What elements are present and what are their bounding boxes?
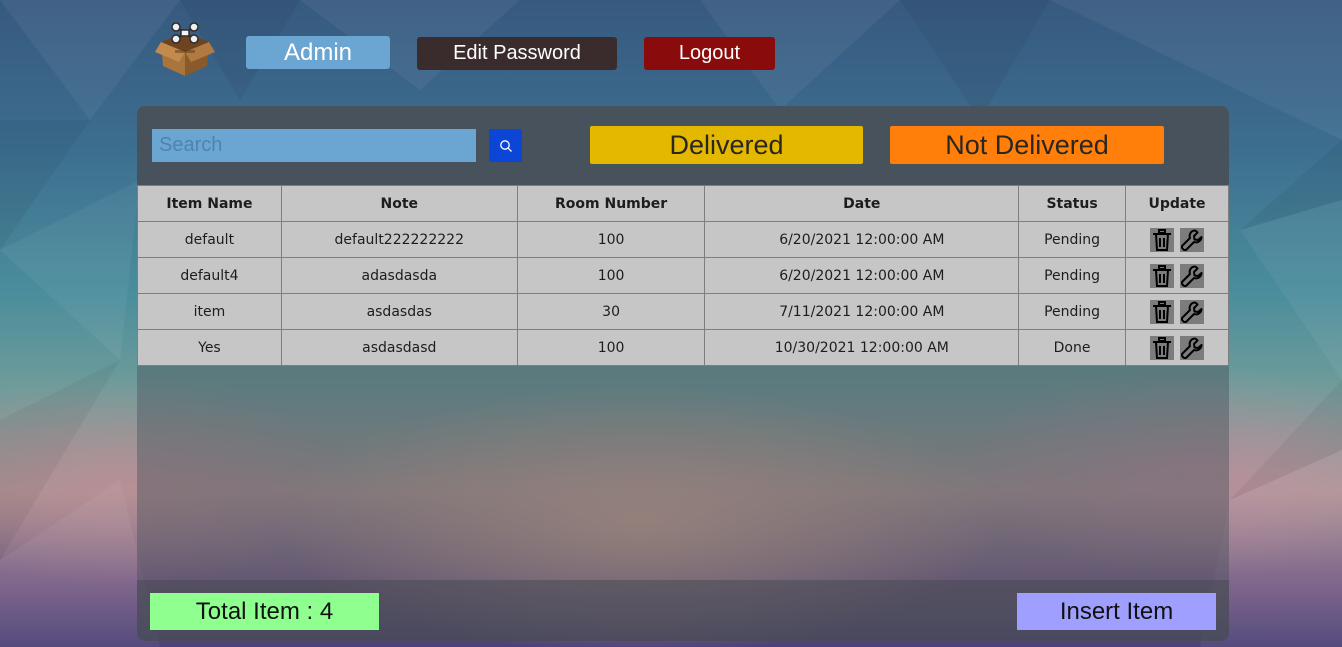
delete-button[interactable] xyxy=(1149,299,1174,324)
status-cell: Pending xyxy=(1018,221,1127,258)
panel-toolbar: Delivered Not Delivered xyxy=(137,106,1229,185)
room-number-cell: 30 xyxy=(516,293,706,330)
date-cell: 10/30/2021 12:00:00 AM xyxy=(704,329,1020,366)
total-items-label: Total Item : 4 xyxy=(150,593,379,630)
status-cell: Done xyxy=(1018,329,1127,366)
table-row: item asdasdas 30 7/11/2021 12:00:00 AM P… xyxy=(137,293,1229,330)
delete-button[interactable] xyxy=(1149,227,1174,252)
edit-password-button[interactable]: Edit Password xyxy=(417,37,617,70)
note-cell: asdasdas xyxy=(280,293,518,330)
update-cell xyxy=(1125,257,1229,294)
note-cell: adasdasda xyxy=(280,257,518,294)
search-input[interactable] xyxy=(152,129,476,162)
column-header-status[interactable]: Status xyxy=(1018,185,1127,222)
item-name-cell: item xyxy=(137,293,282,330)
search-button[interactable] xyxy=(489,129,522,162)
update-cell xyxy=(1125,293,1229,330)
logout-button[interactable]: Logout xyxy=(644,37,775,70)
trash-icon xyxy=(1152,336,1171,359)
insert-item-button[interactable]: Insert Item xyxy=(1017,593,1216,630)
drone-box-logo xyxy=(155,20,215,76)
room-number-cell: 100 xyxy=(516,329,706,366)
column-header-update: Update xyxy=(1125,185,1229,222)
table-row: default default222222222 100 6/20/2021 1… xyxy=(137,221,1229,258)
wrench-icon xyxy=(1181,337,1203,359)
date-cell: 6/20/2021 12:00:00 AM xyxy=(704,257,1020,294)
wrench-icon xyxy=(1181,301,1203,323)
column-header-date[interactable]: Date xyxy=(704,185,1020,222)
delete-button[interactable] xyxy=(1149,263,1174,288)
note-cell: asdasdasd xyxy=(280,329,518,366)
trash-icon xyxy=(1152,300,1171,323)
column-header-note[interactable]: Note xyxy=(280,185,518,222)
edit-button[interactable] xyxy=(1180,335,1205,360)
update-cell xyxy=(1125,221,1229,258)
room-number-cell: 100 xyxy=(516,221,706,258)
trash-icon xyxy=(1152,228,1171,251)
room-number-cell: 100 xyxy=(516,257,706,294)
items-panel: Delivered Not Delivered Item Name Note R… xyxy=(137,106,1229,641)
not-delivered-filter-button[interactable]: Not Delivered xyxy=(890,126,1164,164)
edit-button[interactable] xyxy=(1180,227,1205,252)
wrench-icon xyxy=(1181,265,1203,287)
date-cell: 7/11/2021 12:00:00 AM xyxy=(704,293,1020,330)
edit-button[interactable] xyxy=(1180,299,1205,324)
wrench-icon xyxy=(1181,229,1203,251)
note-cell: default222222222 xyxy=(280,221,518,258)
status-cell: Pending xyxy=(1018,257,1127,294)
item-name-cell: Yes xyxy=(137,329,282,366)
trash-icon xyxy=(1152,264,1171,287)
item-name-cell: default xyxy=(137,221,282,258)
table-row: default4 adasdasda 100 6/20/2021 12:00:0… xyxy=(137,257,1229,294)
column-header-item-name[interactable]: Item Name xyxy=(137,185,282,222)
search-icon xyxy=(499,139,512,152)
column-header-room-number[interactable]: Room Number xyxy=(516,185,706,222)
delivered-filter-button[interactable]: Delivered xyxy=(590,126,863,164)
edit-button[interactable] xyxy=(1180,263,1205,288)
date-cell: 6/20/2021 12:00:00 AM xyxy=(704,221,1020,258)
items-table: Item Name Note Room Number Date Status U… xyxy=(137,185,1229,366)
update-cell xyxy=(1125,329,1229,366)
delete-button[interactable] xyxy=(1149,335,1174,360)
admin-button[interactable]: Admin xyxy=(246,36,390,69)
panel-footer: Total Item : 4 Insert Item xyxy=(137,580,1229,641)
item-name-cell: default4 xyxy=(137,257,282,294)
table-header-row: Item Name Note Room Number Date Status U… xyxy=(137,185,1229,222)
table-row: Yes asdasdasd 100 10/30/2021 12:00:00 AM… xyxy=(137,329,1229,366)
status-cell: Pending xyxy=(1018,293,1127,330)
